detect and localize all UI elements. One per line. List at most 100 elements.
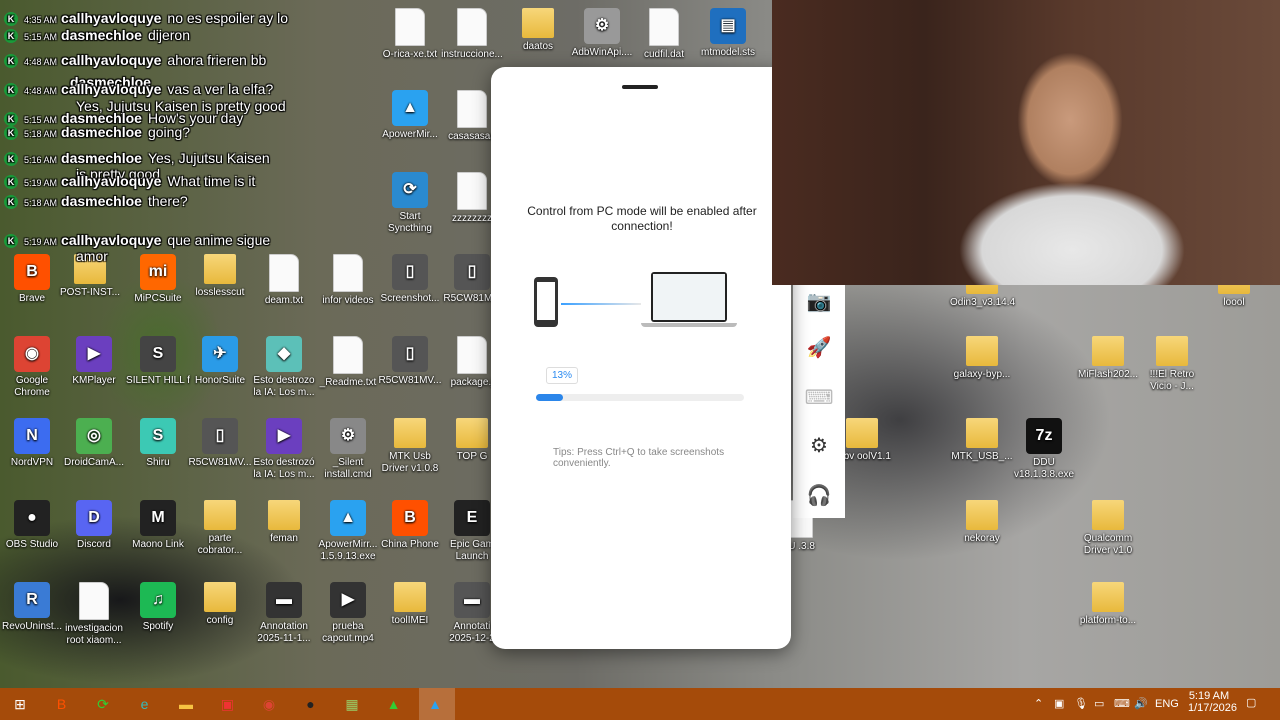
desktop-icon[interactable]: ◆ Esto destrozo la IA: Los m...: [252, 336, 316, 399]
connection-message: Control from PC mode will be enabled aft…: [527, 204, 757, 233]
desktop-icon[interactable]: B China Phone: [378, 500, 442, 551]
battery-icon[interactable]: ▭: [1094, 697, 1104, 710]
language-indicator[interactable]: ENG: [1155, 698, 1179, 710]
desktop-icon[interactable]: ◎ DroidCamA...: [62, 418, 126, 469]
desktop-icon[interactable]: toolIMEI: [378, 582, 442, 627]
desktop-icon-label: NordVPN: [10, 457, 54, 468]
desktop-icon-label: feman: [270, 533, 298, 544]
green-app-icon[interactable]: ⟳: [91, 692, 115, 716]
chat-overlay: K 4:35 AM callhyavloquye no es espoiler ay …: [0, 0, 360, 270]
notification-icon[interactable]: ▢: [1246, 696, 1256, 709]
desktop-icon[interactable]: MTK_USB_...: [950, 418, 1014, 463]
desktop-icon[interactable]: MiFlash202...: [1076, 336, 1140, 381]
desktop-icon-label: MiFlash202...: [1077, 369, 1139, 380]
app-icon: ▯: [392, 336, 428, 372]
volume-icon[interactable]: 🔊: [1134, 697, 1148, 710]
desktop-icon[interactable]: Qualcomm Driver v1.0: [1076, 500, 1140, 557]
app-icon: ▬: [266, 582, 302, 618]
red-app-icon[interactable]: ▣: [216, 692, 240, 716]
desktop-icon[interactable]: feman: [252, 500, 316, 545]
desktop-icon[interactable]: ▲ ApowerMir...: [378, 90, 442, 141]
desktop-icon[interactable]: ✈ HonorSuite: [188, 336, 252, 387]
kick-badge-icon: K: [4, 234, 18, 249]
desktop-icon[interactable]: R RevoUninst...: [0, 582, 64, 633]
desktop-icon[interactable]: instruccione...: [440, 8, 504, 61]
clock[interactable]: 5:19 AM 1/17/2026: [1188, 690, 1237, 714]
desktop-icon[interactable]: M Maono Link: [126, 500, 190, 551]
desktop-icon[interactable]: parte cobrator...: [188, 500, 252, 557]
desktop-icon[interactable]: ⚙ AdbWinApi....: [570, 8, 634, 59]
desktop-icon[interactable]: ◉ Google Chrome: [0, 336, 64, 399]
chat-time: 5:18 AM: [24, 129, 58, 139]
drag-handle[interactable]: [622, 85, 658, 89]
app-icon: M: [140, 500, 176, 536]
rocket-icon[interactable]: 🚀: [805, 333, 833, 361]
desktop-icon[interactable]: _Readme.txt: [316, 336, 380, 389]
desktop-icon[interactable]: galaxy-byp...: [950, 336, 1014, 381]
tray-app-icon[interactable]: ▣: [1054, 697, 1064, 710]
headset-icon[interactable]: 🎧: [805, 481, 833, 509]
desktop-icon[interactable]: ▶ KMPlayer: [62, 336, 126, 387]
gear-icon[interactable]: ⚙: [805, 431, 833, 459]
microphone-icon[interactable]: 🎙: [1074, 697, 1088, 710]
chat-username: dasmechloe: [61, 193, 142, 209]
desktop-icon-label: O-rica-xe.txt: [382, 49, 438, 60]
keyboard-icon[interactable]: ⌨: [805, 383, 834, 411]
clock-date: 1/17/2026: [1188, 702, 1237, 714]
desktop-icon-label: Brave: [18, 293, 46, 304]
app-icon[interactable]: ▦: [340, 692, 364, 716]
apowermirror-icon[interactable]: ▲: [423, 692, 447, 716]
app-icon: N: [14, 418, 50, 454]
desktop-icon[interactable]: ▯ Screenshot...: [378, 254, 442, 305]
desktop-icon[interactable]: ▬ Annotation 2025-11-1...: [252, 582, 316, 645]
desktop-icon[interactable]: cudfil.dat: [632, 8, 696, 61]
desktop-icon[interactable]: ▶ Esto destrozó la IA: Los m...: [252, 418, 316, 481]
file-explorer-icon[interactable]: ▬: [174, 692, 198, 716]
desktop-icon[interactable]: O-rica-xe.txt: [378, 8, 442, 61]
chat-message: amor: [70, 248, 108, 264]
desktop-icon[interactable]: ⟳ Start Syncthing: [378, 172, 442, 235]
desktop-icon[interactable]: daatos: [506, 8, 570, 53]
desktop-icon-label: Shiru: [146, 457, 170, 468]
desktop-icon[interactable]: nekoray: [950, 500, 1014, 545]
desktop-icon[interactable]: investigacion root xiaom...: [62, 582, 126, 647]
desktop-icon[interactable]: D Discord: [62, 500, 126, 551]
desktop-icon[interactable]: config: [188, 582, 252, 627]
desktop-icon[interactable]: ▲ ApowerMirr... 1.5.9.13.exe: [316, 500, 380, 563]
desktop-icon[interactable]: ▯ R5CW81MV...: [378, 336, 442, 387]
desktop-icon[interactable]: !!!El Retro Vicio - J...: [1140, 336, 1204, 393]
chat-text: no es espoiler ay lo: [167, 10, 289, 26]
app-icon: S: [140, 418, 176, 454]
network-icon[interactable]: ⌨: [1114, 697, 1130, 710]
chrome-icon[interactable]: ◉: [257, 692, 281, 716]
taskbar: ⊞ B ⟳ e ▬ ▣ ◉ ● ▦ ▲ ▲ ⌃ ▣ 🎙 ▭ ⌨ 🔊 ENG 5:19 AM 1/17…: [0, 688, 1280, 720]
windows-start-icon[interactable]: ⊞: [8, 692, 32, 716]
obs-icon[interactable]: ●: [299, 692, 323, 716]
desktop-icon[interactable]: MTK Usb Driver v1.0.8: [378, 418, 442, 475]
app-icon: ◎: [76, 418, 112, 454]
desktop-icon-label: instruccione...: [441, 49, 503, 60]
desktop-icon-label: DDU v18.1.3.8.exe: [1013, 457, 1075, 480]
desktop-icon[interactable]: ♫ Spotify: [126, 582, 190, 633]
desktop-icon[interactable]: ▯ R5CW81MV...: [188, 418, 252, 469]
edge-icon[interactable]: e: [133, 692, 157, 716]
android-icon[interactable]: ▲: [382, 692, 406, 716]
desktop-icon[interactable]: 7z DDU v18.1.3.8.exe: [1012, 418, 1076, 481]
desktop-icon[interactable]: S Shiru: [126, 418, 190, 469]
desktop-icon[interactable]: N NordVPN: [0, 418, 64, 469]
chat-text: vas a ver la elfa?: [167, 81, 274, 97]
folder-icon: [1092, 582, 1124, 612]
desktop-icon[interactable]: ⚙ _Silent install.cmd: [316, 418, 380, 481]
desktop-icon-label: AdbWinApi....: [571, 47, 633, 58]
desktop-icon[interactable]: ● OBS Studio: [0, 500, 64, 551]
chat-username: callhyavloquye: [61, 173, 162, 189]
desktop-icon[interactable]: ▤ mtmodel.sts: [696, 8, 760, 59]
desktop-icon[interactable]: platform-to...: [1076, 582, 1140, 627]
screenshot-icon[interactable]: 📷: [805, 287, 833, 315]
desktop-icon[interactable]: ▶ prueba capcut.mp4: [316, 582, 380, 645]
desktop-icon[interactable]: S SILENT HILL f: [126, 336, 190, 387]
brave-icon[interactable]: B: [50, 692, 74, 716]
desktop-icon-label: Qualcomm Driver v1.0: [1083, 533, 1133, 556]
chat-text: What time is it: [167, 173, 256, 189]
chevron-up-icon[interactable]: ⌃: [1034, 697, 1043, 710]
